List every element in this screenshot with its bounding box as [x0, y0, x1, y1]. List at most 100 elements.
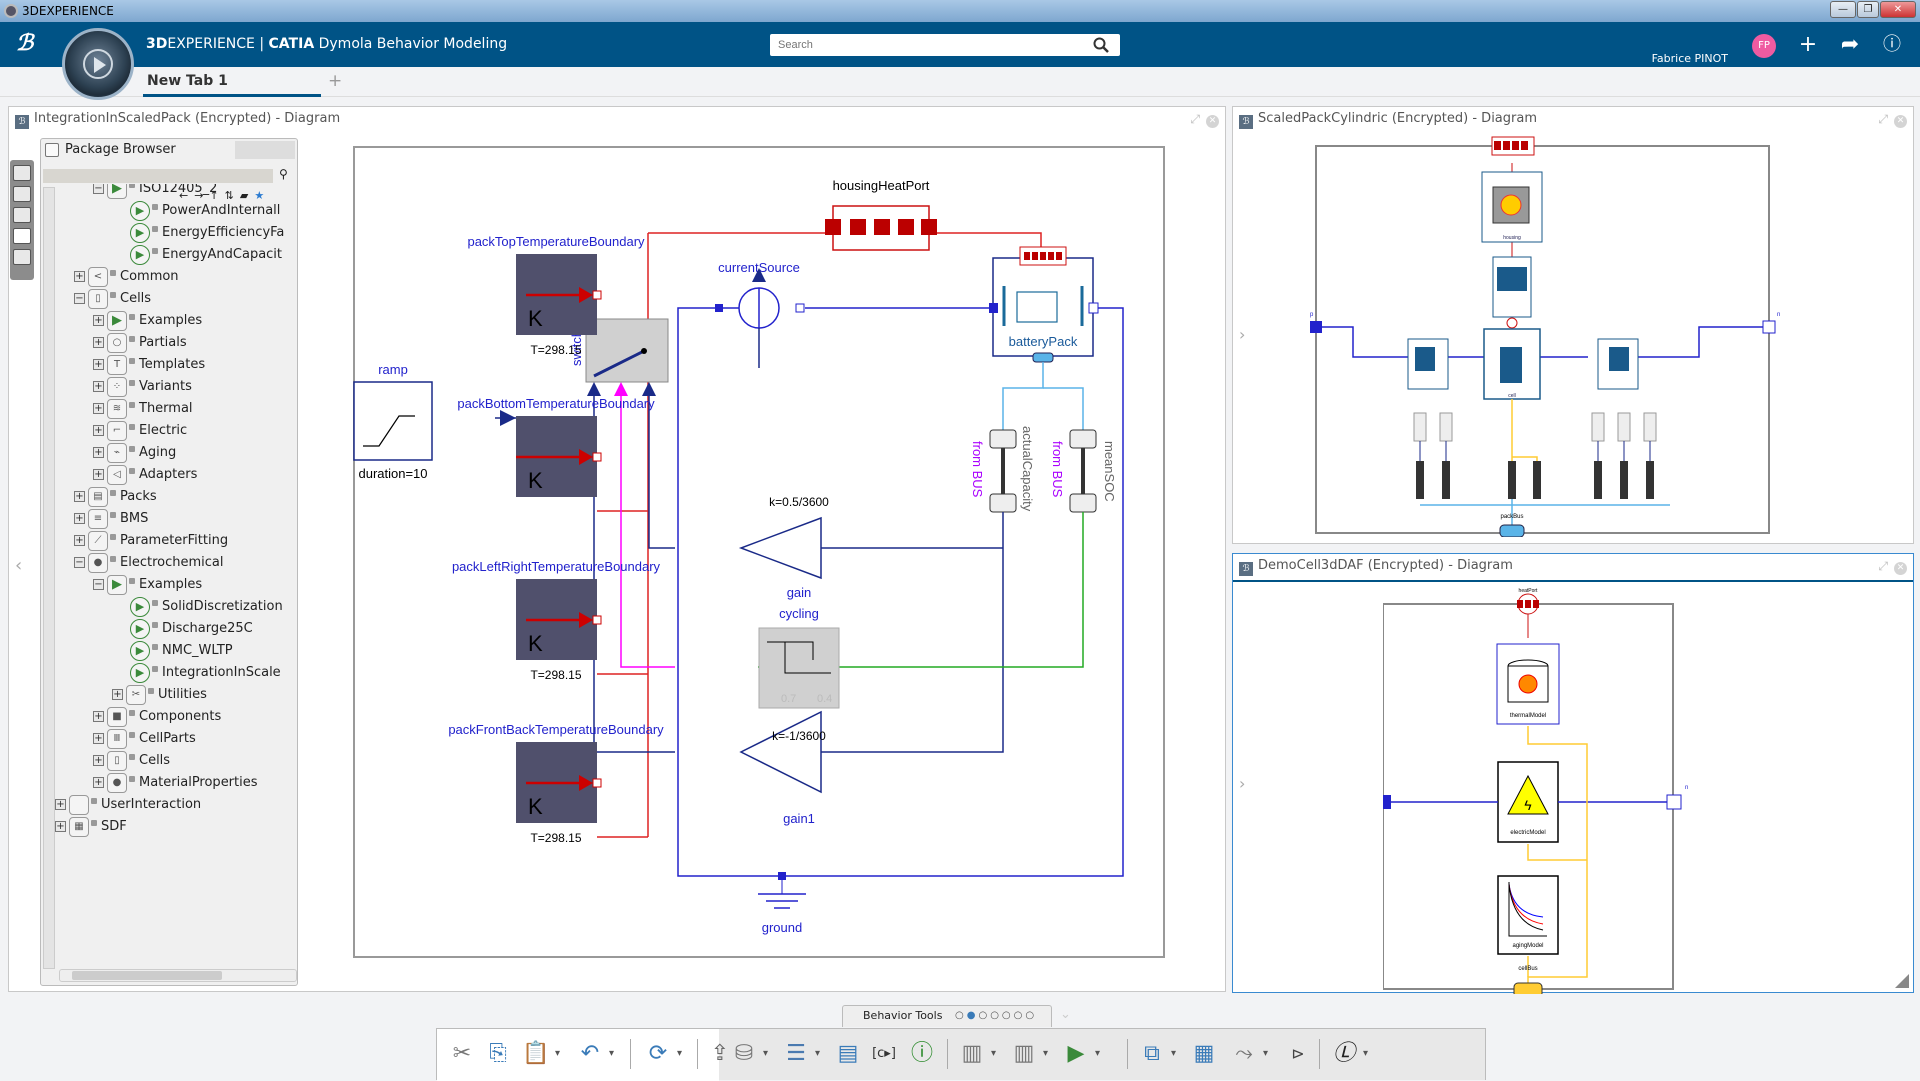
scaled-pack-diagram[interactable]: housing p n cell packBus: [1293, 127, 1893, 537]
plotting-icon[interactable]: ⤳: [1229, 1039, 1268, 1069]
tree-item[interactable]: + ⁘ Variants: [93, 376, 192, 398]
expand-icon[interactable]: +: [93, 359, 104, 370]
license-icon[interactable]: Ⓛ: [1329, 1039, 1368, 1069]
expand-icon[interactable]: +: [93, 777, 104, 788]
plugins-icon[interactable]: ▥: [1009, 1039, 1048, 1069]
expand-icon[interactable]: +: [93, 469, 104, 480]
expand-right-icon[interactable]: ›: [1239, 774, 1245, 793]
copy-icon[interactable]: ⎘: [483, 1039, 513, 1069]
collapse-icon[interactable]: −: [93, 184, 104, 194]
tree-item[interactable]: − ▯ Cells: [74, 288, 151, 310]
tree-item[interactable]: + ▯ Cells: [93, 750, 170, 772]
search-icon[interactable]: [1093, 37, 1109, 53]
tree-item[interactable]: + ○ Partials: [93, 332, 187, 354]
close-panel-icon[interactable]: ✕: [1894, 562, 1907, 575]
bus-adapter[interactable]: [1533, 461, 1541, 499]
component-tab[interactable]: [13, 186, 31, 202]
tab-new-tab-1[interactable]: New Tab 1: [143, 73, 321, 97]
add-tab-button[interactable]: +: [328, 71, 342, 91]
tree-item[interactable]: ▶ SolidDiscretization: [130, 596, 283, 618]
library-icon[interactable]: ▰: [240, 189, 254, 202]
share-icon[interactable]: ➦: [1836, 32, 1864, 58]
maximize-icon[interactable]: ⤢: [1878, 559, 1888, 573]
undo-icon[interactable]: ↶: [575, 1039, 614, 1069]
documentation-icon[interactable]: ▤: [833, 1039, 863, 1069]
tree-item[interactable]: + ⟋ ParameterFitting: [74, 530, 228, 552]
import-library-icon[interactable]: ⛁: [729, 1039, 768, 1069]
expand-icon[interactable]: +: [93, 403, 104, 414]
up-arrow-icon[interactable]: ↑: [209, 189, 224, 202]
main-diagram-canvas[interactable]: housingHeatPort currentSource batteryPac…: [353, 146, 1165, 958]
tree-item[interactable]: − ▶ Examples: [93, 574, 202, 596]
expand-icon[interactable]: +: [74, 271, 85, 282]
collapse-toolbar-icon[interactable]: ⌄: [1060, 1007, 1071, 1022]
equations-tab[interactable]: [13, 249, 31, 265]
expand-icon[interactable]: +: [93, 755, 104, 766]
tree-item[interactable]: + Ⅲ CellParts: [93, 728, 196, 750]
code-view-icon[interactable]: [c▸]: [869, 1039, 899, 1069]
info-export-icon[interactable]: ⓘ: [907, 1039, 937, 1069]
expand-icon[interactable]: +: [74, 491, 85, 502]
horizontal-scrollbar[interactable]: [59, 969, 297, 982]
simulation-setup-icon[interactable]: ▥: [957, 1039, 996, 1069]
close-panel-icon[interactable]: ✕: [1894, 115, 1907, 128]
expand-icon[interactable]: +: [93, 733, 104, 744]
search-input[interactable]: [770, 34, 1120, 56]
expand-icon[interactable]: +: [55, 821, 66, 832]
tree-item[interactable]: ▶ PowerAndInternall: [130, 200, 280, 222]
collapse-icon[interactable]: −: [74, 293, 85, 304]
bus-adapter[interactable]: [1508, 461, 1516, 499]
collapse-left-icon[interactable]: ‹: [15, 555, 22, 576]
expand-icon[interactable]: +: [93, 315, 104, 326]
forward-arrow-icon[interactable]: →: [194, 189, 209, 202]
tree-item[interactable]: + ✂ Utilities: [112, 684, 207, 706]
expand-icon[interactable]: +: [112, 689, 123, 700]
expand-icon[interactable]: +: [93, 337, 104, 348]
tree-item[interactable]: ▶ EnergyEfficiencyFa: [130, 222, 284, 244]
run-simulation-icon[interactable]: ▶: [1061, 1039, 1101, 1069]
tree-item[interactable]: + ▦ SDF: [55, 816, 127, 838]
resize-handle-icon[interactable]: [1895, 974, 1909, 988]
package-tab[interactable]: [13, 228, 31, 244]
filter-input[interactable]: [43, 169, 273, 183]
vertical-scrollbar[interactable]: [43, 187, 55, 969]
tree-item[interactable]: + < Common: [74, 266, 179, 288]
expand-icon[interactable]: +: [74, 513, 85, 524]
minimize-button[interactable]: —: [1830, 1, 1856, 18]
maximize-icon[interactable]: ⤢: [1878, 112, 1888, 126]
maximize-icon[interactable]: ⤢: [1190, 112, 1200, 126]
close-button[interactable]: ✕: [1880, 1, 1916, 18]
more-icon[interactable]: ⊳: [1283, 1039, 1313, 1069]
collapse-icon[interactable]: −: [93, 579, 104, 590]
add-icon[interactable]: +: [1794, 32, 1822, 58]
tree-item[interactable]: ▶ NMC_WLTP: [130, 640, 233, 662]
expand-icon[interactable]: +: [93, 425, 104, 436]
tree-item[interactable]: − ● Electrochemical: [74, 552, 223, 574]
tree-item[interactable]: + ⌐ Electric: [93, 420, 187, 442]
compass-icon[interactable]: [62, 28, 134, 100]
expand-icon[interactable]: +: [93, 711, 104, 722]
search-icon[interactable]: ⚲: [279, 167, 288, 181]
tree-item[interactable]: + UserInteraction: [55, 794, 201, 816]
tree-item[interactable]: + ● MaterialProperties: [93, 772, 258, 794]
refresh-icon[interactable]: ⟳: [643, 1039, 682, 1069]
help-icon[interactable]: ⓘ: [1878, 32, 1906, 58]
page-dots[interactable]: ○●○○○○○: [955, 1006, 1037, 1026]
collapse-icon[interactable]: −: [74, 557, 85, 568]
tree-item[interactable]: + ⌁ Aging: [93, 442, 176, 464]
back-arrow-icon[interactable]: ←: [179, 189, 194, 202]
tree-item[interactable]: ▶ EnergyAndCapacit: [130, 244, 282, 266]
tree-item[interactable]: + ■ Components: [93, 706, 221, 728]
sort-icon[interactable]: ⇅: [225, 189, 240, 202]
tree-view-tab[interactable]: [13, 165, 31, 181]
tree-item[interactable]: + ◁ Adapters: [93, 464, 197, 486]
close-panel-icon[interactable]: ✕: [1206, 115, 1219, 128]
expand-icon[interactable]: +: [55, 799, 66, 810]
ds-logo-icon[interactable]: ℬ: [16, 30, 33, 56]
favorite-star-icon[interactable]: ★: [254, 189, 270, 202]
expand-icon[interactable]: +: [93, 381, 104, 392]
demo-cell-diagram[interactable]: heatPort thermalModel ϟ electricModel ag…: [1383, 584, 1783, 994]
variables-tab[interactable]: [13, 207, 31, 223]
avatar[interactable]: FP: [1752, 34, 1776, 58]
connect-icon[interactable]: ⧉: [1137, 1039, 1176, 1069]
